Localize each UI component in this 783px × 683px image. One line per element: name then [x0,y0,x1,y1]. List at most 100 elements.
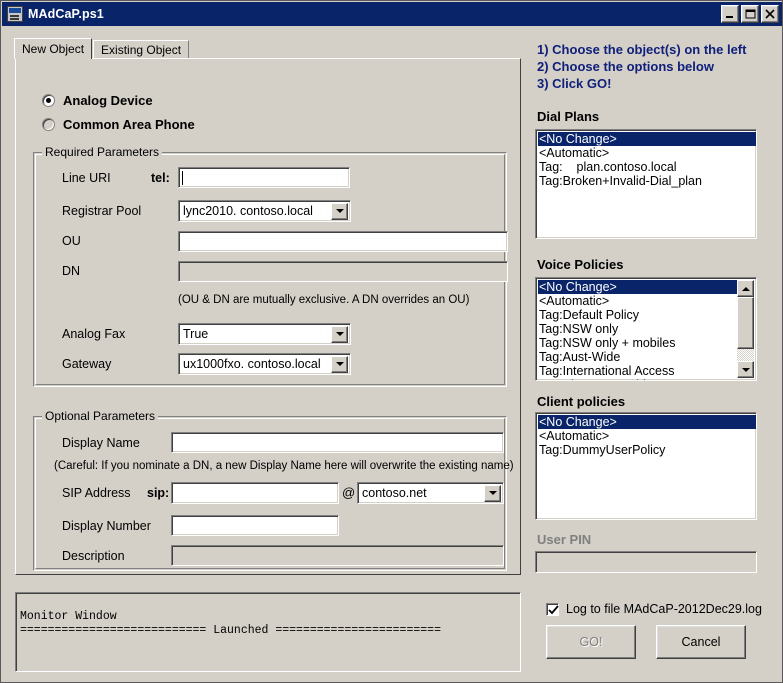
required-parameters-group: Required Parameters Line URI tel: Regist… [33,145,508,387]
ou-label: OU [62,234,81,248]
dial-plans-title: Dial Plans [537,109,600,124]
radio-common-area-phone-label: Common Area Phone [63,117,195,132]
list-item[interactable]: <No Change> [538,132,756,146]
list-item[interactable]: <No Change> [538,280,737,294]
instructions-block: 1) Choose the object(s) on the left 2) C… [537,41,746,92]
tab-new-object[interactable]: New Object [14,38,93,59]
radio-common-area-phone-dot [42,118,55,131]
go-button[interactable]: GO! [546,625,636,659]
minimize-icon[interactable] [721,5,739,23]
list-item[interactable]: <Automatic> [538,294,737,308]
close-icon[interactable] [761,5,779,23]
log-to-file-checkbox-row[interactable]: Log to file MAdCaP-2012Dec29.log [546,602,762,616]
instruction-line-3: 3) Click GO! [537,76,612,91]
required-parameters-title: Required Parameters [42,145,163,159]
monitor-line-1: Monitor Window [20,610,117,623]
cancel-button[interactable]: Cancel [656,625,746,659]
registrar-pool-label: Registrar Pool [62,204,142,218]
chevron-down-icon[interactable] [331,202,348,220]
analog-fax-combo[interactable]: True [178,323,351,345]
list-item[interactable]: Tag:DummyUserPolicy [538,443,756,457]
dn-input[interactable] [178,261,508,282]
display-name-input[interactable] [171,432,504,453]
chevron-down-icon[interactable] [484,484,501,502]
go-button-label: GO! [579,635,603,649]
tab-new-object-label: New Object [22,42,85,56]
title-bar: MAdCaP.ps1 [2,2,782,26]
list-item[interactable]: <No Change> [538,415,756,429]
tab-strip: New Object Existing Object [14,38,521,59]
gateway-label: Gateway [62,357,112,371]
list-item[interactable]: Tag:International Access [538,364,737,378]
cancel-button-label: Cancel [681,635,721,649]
script-icon [7,6,23,22]
list-item[interactable]: Tag: plan.contoso.local [538,160,756,174]
chevron-down-icon[interactable] [331,325,348,343]
line-uri-prefix: tel: [151,171,170,185]
window-title: MAdCaP.ps1 [28,7,104,21]
at-symbol: @ [342,485,356,500]
scrollbar-track[interactable] [737,297,754,361]
registrar-pool-combo[interactable]: lync2010. contoso.local [178,200,351,222]
list-item[interactable]: <Automatic> [538,146,756,160]
display-number-label: Display Number [62,519,151,533]
user-pin-title: User PIN [537,532,592,547]
voice-policies-items: <No Change> <Automatic> Tag:Default Poli… [536,278,737,380]
list-item[interactable]: Tag:Default Policy [538,308,737,322]
description-input[interactable] [171,545,504,566]
optional-parameters-title: Optional Parameters [42,409,159,423]
dial-plans-items: <No Change> <Automatic> Tag: plan.contos… [536,130,756,238]
sip-address-prefix: sip: [147,486,170,500]
tab-existing-object-label: Existing Object [101,43,182,57]
analog-fax-value: True [183,327,209,341]
list-item[interactable]: Tag:Site2-Aust-Wide [538,378,737,380]
dn-label: DN [62,264,81,278]
application-window: MAdCaP.ps1 New Object Existing Object An… [0,0,783,683]
tab-control: New Object Existing Object Analog Device… [14,38,521,575]
list-item[interactable]: Tag:NSW only [538,322,737,336]
line-uri-label: Line URI [62,171,111,185]
scroll-down-icon[interactable] [737,361,754,378]
list-item[interactable]: Tag:NSW only + mobiles [538,336,737,350]
instruction-line-1: 1) Choose the object(s) on the left [537,42,747,57]
list-item[interactable]: Tag:Broken+Invalid-Dial_plan [538,174,756,188]
analog-fax-label: Analog Fax [62,327,126,341]
display-name-label: Display Name [62,436,140,450]
sip-address-label: SIP Address [62,486,131,500]
line-uri-input[interactable] [178,167,350,188]
scrollbar-thumb[interactable] [737,297,754,349]
window-controls [721,5,779,23]
optional-parameters-group: Optional Parameters Display Name (Carefu… [33,409,514,571]
maximize-icon[interactable] [741,5,759,23]
voice-policies-title: Voice Policies [537,257,624,272]
sip-domain-combo[interactable]: contoso.net [357,482,504,504]
voice-policies-listbox[interactable]: <No Change> <Automatic> Tag:Default Poli… [535,277,757,381]
monitor-window[interactable]: Monitor Window ==========================… [15,592,521,672]
chevron-down-icon[interactable] [331,355,348,373]
radio-analog-device[interactable]: Analog Device [42,93,153,108]
gateway-combo[interactable]: ux1000fxo. contoso.local [178,353,351,375]
client-policies-listbox[interactable]: <No Change> <Automatic> Tag:DummyUserPol… [535,412,757,520]
radio-analog-device-dot [42,94,55,107]
ou-dn-exclusive-note: (OU & DN are mutually exclusive. A DN ov… [178,294,470,306]
description-label: Description [62,549,125,563]
dial-plans-listbox[interactable]: <No Change> <Automatic> Tag: plan.contos… [535,129,757,239]
gateway-value: ux1000fxo. contoso.local [183,357,321,371]
display-name-warning-note: (Careful: If you nominate a DN, a new Di… [54,460,514,472]
checkbox-icon[interactable] [546,602,559,616]
tab-existing-object[interactable]: Existing Object [93,40,190,59]
voice-policies-scrollbar[interactable] [737,280,754,378]
user-pin-input[interactable] [535,551,757,573]
display-number-input[interactable] [171,515,339,536]
client-policies-title: Client policies [537,394,626,409]
scroll-up-icon[interactable] [737,280,754,297]
list-item[interactable]: <Automatic> [538,429,756,443]
ou-input[interactable] [178,231,508,252]
sip-domain-value: contoso.net [362,486,427,500]
list-item[interactable]: Tag:Aust-Wide [538,350,737,364]
radio-common-area-phone[interactable]: Common Area Phone [42,117,195,132]
registrar-pool-value: lync2010. contoso.local [183,204,313,218]
log-to-file-label: Log to file MAdCaP-2012Dec29.log [566,602,762,616]
instruction-line-2: 2) Choose the options below [537,59,714,74]
sip-address-input[interactable] [171,482,339,504]
